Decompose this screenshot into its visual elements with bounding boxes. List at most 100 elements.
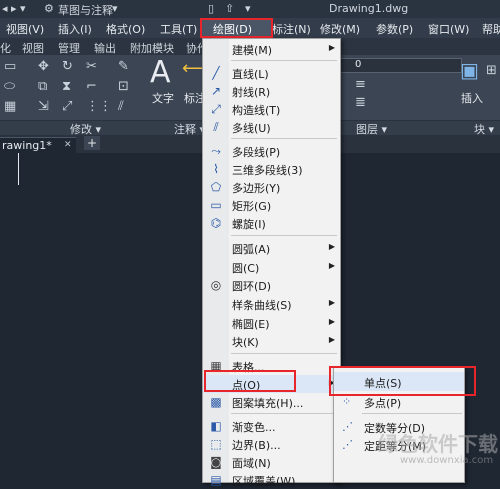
workspace-name[interactable]: 草图与注释: [58, 2, 113, 18]
menu-item-label: 螺旋(I): [232, 218, 266, 231]
move-icon[interactable]: ✥: [38, 60, 49, 73]
trim-icon[interactable]: ✂: [86, 60, 97, 73]
menu-item-label: 圆弧(A): [232, 243, 271, 256]
close-icon[interactable]: ✕: [64, 140, 72, 150]
menu-item-ellipse[interactable]: 椭圆(E) ▶: [203, 314, 340, 332]
quick-access-arrows[interactable]: ◂ ▸ ▾: [2, 2, 26, 15]
layer-value: 0: [355, 59, 362, 70]
menu-item-polyline[interactable]: ⤳ 多段线(P): [203, 142, 340, 160]
explode-icon[interactable]: ⊡: [118, 80, 129, 93]
tab-visualize[interactable]: 化: [0, 40, 11, 56]
document-tab[interactable]: rawing1* ✕: [0, 137, 76, 154]
ray-icon: ↗: [210, 84, 222, 98]
submenu-arrow-icon: ▶: [328, 43, 335, 52]
phone-icon[interactable]: ▯: [208, 2, 214, 15]
insert-block-icon[interactable]: ▣: [460, 60, 479, 80]
ellipse-icon[interactable]: ⬭: [4, 80, 15, 93]
block-tools-icon[interactable]: ⊞: [486, 64, 497, 77]
submenu-arrow-icon: ▶: [328, 317, 335, 326]
menu-item-hatch[interactable]: ▩ 图案填充(H)...: [203, 393, 340, 411]
hatch-icon: ▩: [210, 395, 222, 409]
menu-help[interactable]: 帮助: [482, 21, 500, 37]
menu-item-label: 三维多段线(3): [232, 164, 303, 177]
menu-tools[interactable]: 工具(T): [160, 21, 197, 37]
menu-item-rectangle[interactable]: ▭ 矩形(G): [203, 196, 340, 214]
menu-item-boundary[interactable]: ⬚ 边界(B)...: [203, 435, 340, 453]
menu-modify[interactable]: 修改(M): [320, 21, 360, 37]
watermark-text: 绿色软件下载: [378, 432, 498, 456]
rotate-icon[interactable]: ↻: [62, 60, 73, 73]
mline-icon: ⫽: [213, 120, 219, 134]
gear-icon[interactable]: ⚙: [44, 2, 54, 15]
menu-insert[interactable]: 插入(I): [58, 21, 92, 37]
menu-item-polygon[interactable]: ⬠ 多边形(Y): [203, 178, 340, 196]
array-icon[interactable]: ⋮⋮: [86, 100, 112, 113]
menu-item-gradient[interactable]: ◧ 渐变色...: [203, 417, 340, 435]
erase-icon[interactable]: ✎: [118, 60, 129, 73]
stretch-icon[interactable]: ⇲: [38, 100, 49, 113]
menu-item-circle[interactable]: 圆(C) ▶: [203, 258, 340, 276]
menu-item-donut[interactable]: ◎ 圆环(D): [203, 276, 340, 294]
new-tab-button[interactable]: +: [84, 136, 100, 150]
chevron-down-icon[interactable]: ▾: [112, 2, 118, 15]
menu-item-mline[interactable]: ⫽ 多线(U): [203, 118, 340, 136]
menu-item-label: 构造线(T): [232, 104, 281, 117]
tab-output[interactable]: 输出: [94, 40, 116, 56]
menu-item-label: 直线(L): [232, 68, 269, 81]
menu-draw-label: 绘图(D): [213, 23, 253, 36]
fillet-icon[interactable]: ⌐: [86, 80, 97, 93]
menu-item-label: 矩形(G): [232, 200, 272, 213]
menu-format[interactable]: 格式(O): [106, 21, 145, 37]
text-icon[interactable]: A: [150, 58, 171, 88]
tab-manage[interactable]: 管理: [58, 40, 80, 56]
menu-item-label: 图案填充(H)...: [232, 397, 304, 410]
menu-item-label: 样条曲线(S): [232, 299, 292, 312]
scale-icon[interactable]: ⤢: [62, 100, 72, 113]
menu-item-wipeout[interactable]: ▤ 区域覆盖(W): [203, 471, 340, 489]
menu-item-region[interactable]: ◙ 面域(N): [203, 453, 340, 471]
menu-item-label: 多段线(P): [232, 146, 281, 159]
tab-addins[interactable]: 附加模块: [130, 40, 174, 56]
3d-polyline-icon: ⌇: [213, 162, 219, 176]
hatch-icon[interactable]: ▦: [4, 100, 16, 113]
menu-item-modeling[interactable]: 建模(M) ▶: [203, 40, 340, 58]
insert-button-label[interactable]: 插入: [461, 90, 483, 106]
highlight-box-single-point: [329, 366, 476, 396]
tab-view[interactable]: 视图: [22, 40, 44, 56]
layer-properties-icon[interactable]: ≡: [355, 78, 366, 91]
rectangle-icon[interactable]: ▭: [4, 60, 16, 73]
submenu-arrow-icon: ▶: [328, 335, 335, 344]
document-tab-label: rawing1*: [2, 139, 52, 152]
offset-icon[interactable]: ⫽: [118, 100, 124, 113]
menu-item-label: 块(K): [232, 336, 259, 349]
text-button-label[interactable]: 文字: [152, 90, 174, 106]
menu-item-ray[interactable]: ↗ 射线(R): [203, 82, 340, 100]
highlight-box-point: [204, 370, 296, 392]
menu-window[interactable]: 窗口(W): [428, 21, 469, 37]
menu-view[interactable]: 视图(V): [6, 21, 44, 37]
menu-item-line[interactable]: ╱ 直线(L): [203, 64, 340, 82]
menu-separator: [231, 353, 337, 354]
layer-dropdown[interactable]: 0: [340, 58, 462, 73]
menu-item-xline[interactable]: ⤢ 构造线(T): [203, 100, 340, 118]
polygon-icon: ⬠: [210, 180, 222, 194]
copy-icon[interactable]: ⧉: [38, 80, 47, 93]
menu-item-spline[interactable]: 样条曲线(S) ▶: [203, 295, 340, 313]
menu-item-label: 圆环(D): [232, 280, 272, 293]
menu-item-helix[interactable]: ⌬ 螺旋(I): [203, 214, 340, 232]
watermark-url: www.downxia.com: [400, 455, 494, 466]
menu-parameter[interactable]: 参数(P): [376, 21, 413, 37]
menu-dimension[interactable]: 标注(N): [272, 21, 311, 37]
menu-item-block[interactable]: 块(K) ▶: [203, 332, 340, 350]
menu-draw[interactable]: 绘图(D): [200, 18, 273, 38]
region-icon: ◙: [210, 455, 222, 469]
chevron-down-icon[interactable]: ▾: [245, 2, 251, 15]
mirror-icon[interactable]: ⧗: [62, 80, 71, 93]
rectangle-icon: ▭: [210, 198, 222, 212]
menu-item-3dpolyline[interactable]: ⌇ 三维多段线(3): [203, 160, 340, 178]
share-icon[interactable]: ⇧: [225, 2, 234, 15]
menu-item-arc[interactable]: 圆弧(A) ▶: [203, 239, 340, 257]
menu-separator: [231, 413, 337, 414]
layer-match-icon[interactable]: ≣: [355, 96, 366, 109]
submenu-arrow-icon: ▶: [328, 242, 335, 251]
